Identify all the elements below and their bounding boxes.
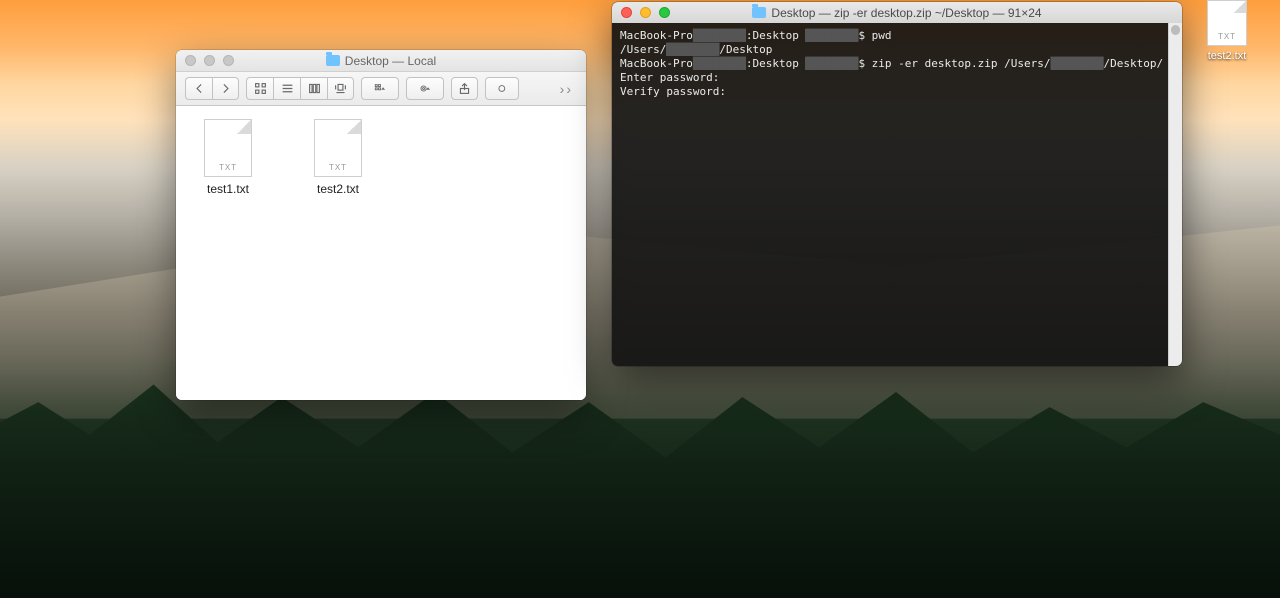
term-text: $ zip -er desktop.zip /Users/ xyxy=(858,57,1050,70)
scrollbar-thumb[interactable] xyxy=(1171,25,1180,35)
gear-icon xyxy=(419,82,432,95)
coverflow-icon xyxy=(334,82,347,95)
action-group xyxy=(406,77,444,100)
terminal-title: Desktop — zip -er desktop.zip ~/Desktop … xyxy=(771,6,1041,20)
close-button[interactable] xyxy=(621,7,632,18)
tag-icon xyxy=(496,82,509,95)
term-text: /Users/ xyxy=(620,43,666,56)
folder-icon xyxy=(326,55,340,66)
chevron-right-icon xyxy=(224,84,228,92)
redacted: ████████ xyxy=(805,29,858,42)
term-text: :Desktop xyxy=(746,29,806,42)
term-text: MacBook-Pro xyxy=(620,57,693,70)
redacted: ████████ xyxy=(693,57,746,70)
minimize-button[interactable] xyxy=(204,55,215,66)
terminal-content[interactable]: MacBook-Pro████████:Desktop ████████$ pw… xyxy=(612,23,1168,366)
finder-title: Desktop — Local xyxy=(345,54,436,68)
list-icon xyxy=(281,82,294,95)
nav-group xyxy=(185,77,239,100)
txt-file-icon xyxy=(204,119,252,177)
minimize-button[interactable] xyxy=(640,7,651,18)
redacted: ████████ xyxy=(805,57,858,70)
maximize-button[interactable] xyxy=(223,55,234,66)
desktop-file-label: test2.txt xyxy=(1205,49,1250,63)
term-text: MacBook-Pro xyxy=(620,29,693,42)
redacted: ████████ xyxy=(666,43,719,56)
chevron-left-icon xyxy=(197,84,201,92)
term-text: Enter password: xyxy=(620,71,719,84)
term-text: $ pwd xyxy=(858,29,891,42)
term-text: Verify password: xyxy=(620,85,726,98)
list-view-button[interactable] xyxy=(273,77,300,100)
file-label: test1.txt xyxy=(207,182,249,196)
finder-content[interactable]: test1.txt test2.txt xyxy=(176,107,586,400)
back-button[interactable] xyxy=(185,77,212,100)
arrange-icon xyxy=(374,82,387,95)
file-item[interactable]: test1.txt xyxy=(188,119,268,196)
txt-file-icon xyxy=(314,119,362,177)
grid-icon xyxy=(254,82,267,95)
view-group xyxy=(246,77,354,100)
finder-window[interactable]: Desktop — Local xyxy=(176,50,586,400)
column-view-button[interactable] xyxy=(300,77,327,100)
terminal-window[interactable]: Desktop — zip -er desktop.zip ~/Desktop … xyxy=(612,2,1182,366)
term-text: /Desktop xyxy=(719,43,772,56)
tags-button[interactable] xyxy=(485,77,519,100)
terminal-traffic-lights xyxy=(612,7,670,18)
maximize-button[interactable] xyxy=(659,7,670,18)
coverflow-view-button[interactable] xyxy=(327,77,354,100)
redacted: ████████ xyxy=(1051,57,1104,70)
terminal-titlebar[interactable]: Desktop — zip -er desktop.zip ~/Desktop … xyxy=(612,2,1182,23)
terminal-scrollbar[interactable] xyxy=(1168,23,1182,366)
finder-toolbar: ›› xyxy=(176,72,586,106)
term-text: :Desktop xyxy=(746,57,806,70)
finder-titlebar[interactable]: Desktop — Local xyxy=(176,50,586,72)
desktop-file[interactable]: test2.txt xyxy=(1192,0,1262,63)
share-button[interactable] xyxy=(451,77,478,100)
finder-traffic-lights xyxy=(176,55,234,66)
arrange-button[interactable] xyxy=(361,77,399,100)
close-button[interactable] xyxy=(185,55,196,66)
file-label: test2.txt xyxy=(317,182,359,196)
folder-icon xyxy=(752,7,766,18)
term-text: /Desktop/ xyxy=(1103,57,1163,70)
txt-file-icon xyxy=(1207,0,1247,46)
share-icon xyxy=(458,82,471,95)
icon-view-button[interactable] xyxy=(246,77,273,100)
toolbar-overflow[interactable]: ›› xyxy=(560,81,577,97)
action-button[interactable] xyxy=(406,77,444,100)
file-item[interactable]: test2.txt xyxy=(298,119,378,196)
arrange-group xyxy=(361,77,399,100)
forward-button[interactable] xyxy=(212,77,239,100)
columns-icon xyxy=(308,82,321,95)
redacted: ████████ xyxy=(693,29,746,42)
